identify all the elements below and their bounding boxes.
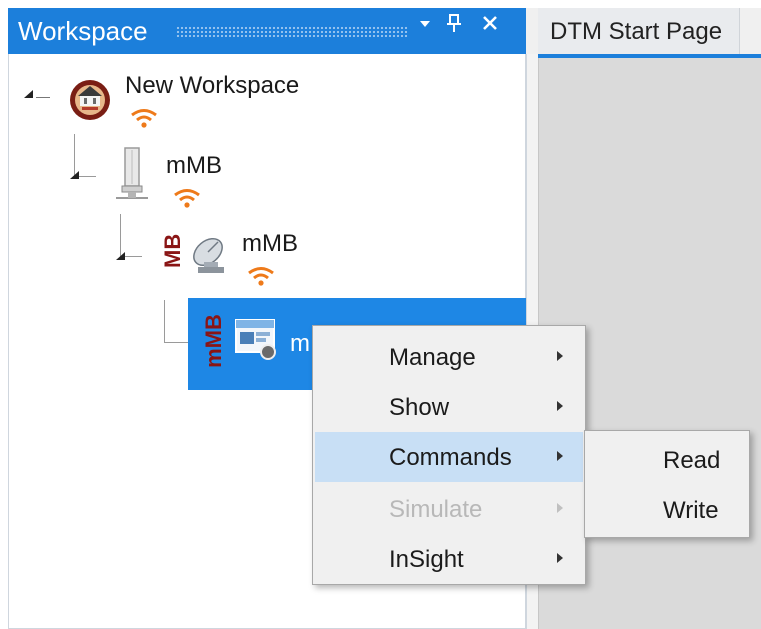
submenu-arrow-icon	[557, 503, 563, 513]
dtm-module-icon	[235, 319, 276, 360]
submenu-arrow-icon	[557, 401, 563, 411]
device-tower-icon	[116, 147, 148, 199]
menu-item-show[interactable]: Show	[313, 382, 585, 432]
submenu-arrow-icon	[557, 553, 563, 563]
tab-dtm-start-page[interactable]: DTM Start Page	[538, 8, 740, 54]
menu-item-manage[interactable]: Manage	[313, 332, 585, 382]
tree-connector	[164, 342, 188, 343]
commands-submenu: Read Write	[584, 430, 750, 538]
menu-item-label: Write	[663, 497, 719, 524]
tree-node-label: mMB	[166, 152, 222, 179]
submenu-item-write[interactable]: Write	[585, 485, 749, 535]
menu-item-label: Show	[389, 394, 450, 421]
tree-connector	[74, 134, 75, 176]
panel-close-button[interactable]	[478, 10, 502, 36]
menu-item-label: Commands	[389, 444, 512, 471]
drag-grip[interactable]	[176, 26, 408, 37]
tab-label: DTM Start Page	[550, 18, 723, 45]
menu-item-insight[interactable]: InSight	[313, 534, 585, 584]
submenu-arrow-icon	[557, 451, 563, 461]
menu-item-label: Simulate	[389, 496, 483, 523]
chevron-down-icon	[420, 21, 430, 27]
wifi-icon	[248, 267, 274, 286]
menu-item-label: Manage	[389, 344, 476, 371]
wifi-icon	[174, 189, 200, 208]
panel-pin-button[interactable]	[442, 10, 466, 36]
expander-icon[interactable]	[70, 171, 79, 179]
tree-connector	[120, 214, 121, 256]
satellite-dish-icon	[193, 237, 224, 273]
expander-icon[interactable]	[116, 252, 125, 260]
tree-node-label: New Workspace	[125, 72, 300, 99]
menu-item-commands[interactable]: Commands	[315, 432, 583, 482]
menu-item-label: InSight	[389, 546, 464, 573]
submenu-arrow-icon	[557, 351, 563, 361]
pin-icon	[447, 14, 461, 32]
tree-node-label: m	[290, 330, 310, 357]
workspace-icon	[70, 80, 110, 120]
tree-connector	[164, 300, 165, 342]
wifi-icon	[131, 109, 157, 128]
tree-node-label: mMB	[242, 230, 298, 257]
panel-title: Workspace	[18, 16, 148, 46]
expander-icon[interactable]	[24, 90, 33, 98]
context-menu: Manage Show Commands Simulate InSight	[312, 325, 586, 585]
submenu-item-read[interactable]: Read	[585, 435, 749, 485]
mb-prefix-label: MB	[160, 233, 185, 268]
menu-item-label: Read	[663, 447, 721, 474]
close-icon	[483, 16, 497, 30]
menu-item-simulate[interactable]: Simulate	[313, 484, 585, 534]
tree-connector	[36, 97, 50, 98]
panel-dropdown-button[interactable]	[413, 10, 437, 36]
mmb-prefix-label: mMB	[201, 314, 226, 368]
